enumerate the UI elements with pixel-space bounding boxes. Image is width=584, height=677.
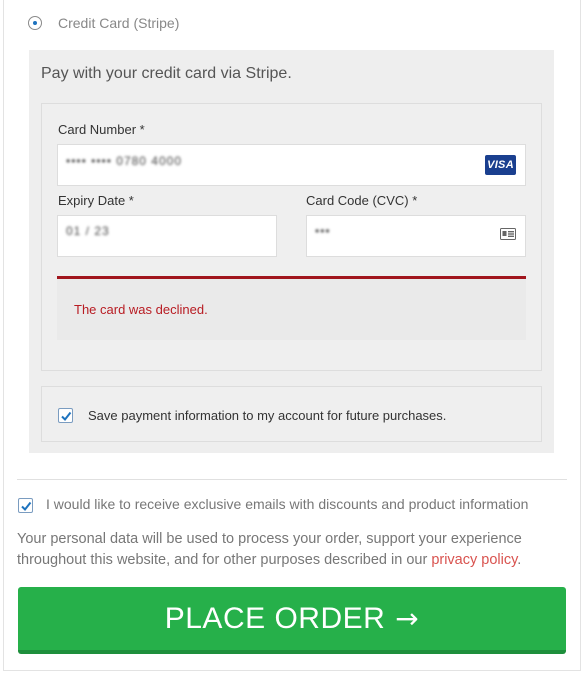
visa-card-icon: VISA xyxy=(485,155,516,175)
card-number-value: •••• •••• 0780 4000 xyxy=(66,154,183,168)
card-number-label: Card Number * xyxy=(58,122,145,137)
payment-method-radio[interactable] xyxy=(28,16,42,30)
stripe-intro-text: Pay with your credit card via Stripe. xyxy=(41,65,292,82)
marketing-opt-in-label[interactable]: I would like to receive exclusive emails… xyxy=(46,496,528,512)
save-payment-box: Save payment information to my account f… xyxy=(41,386,542,442)
stripe-payment-panel: Pay with your credit card via Stripe. Ca… xyxy=(29,50,554,453)
expiry-date-input[interactable]: 01 / 23 xyxy=(57,215,277,257)
payment-method-option[interactable]: Credit Card (Stripe) xyxy=(28,13,179,33)
card-code-label: Card Code (CVC) * xyxy=(306,193,418,208)
card-error-notice: The card was declined. xyxy=(57,276,526,340)
card-code-value: ••• xyxy=(315,224,331,238)
privacy-notice: Your personal data will be used to proce… xyxy=(17,529,567,571)
card-number-input[interactable]: •••• •••• 0780 4000 VISA xyxy=(57,144,526,186)
privacy-notice-suffix: . xyxy=(517,552,522,568)
place-order-label: PLACE ORDER xyxy=(164,601,386,635)
place-order-button[interactable]: PLACE ORDER → xyxy=(18,587,566,654)
save-payment-checkbox[interactable] xyxy=(58,408,73,423)
section-divider xyxy=(17,479,567,480)
save-payment-label[interactable]: Save payment information to my account f… xyxy=(88,408,446,423)
checkmark-icon xyxy=(21,501,32,512)
privacy-policy-link[interactable]: privacy policy xyxy=(431,552,517,568)
card-code-icon xyxy=(500,227,516,245)
payment-method-label[interactable]: Credit Card (Stripe) xyxy=(58,15,179,31)
expiry-date-value: 01 / 23 xyxy=(66,224,110,238)
card-details-box: Card Number * •••• •••• 0780 4000 VISA E… xyxy=(41,103,542,371)
marketing-opt-in-checkbox[interactable] xyxy=(18,498,33,513)
expiry-date-label: Expiry Date * xyxy=(58,193,134,208)
checkmark-icon xyxy=(61,411,72,422)
arrow-right-icon: → xyxy=(395,602,420,635)
card-code-input[interactable]: ••• xyxy=(306,215,526,257)
card-error-message: The card was declined. xyxy=(74,302,208,317)
